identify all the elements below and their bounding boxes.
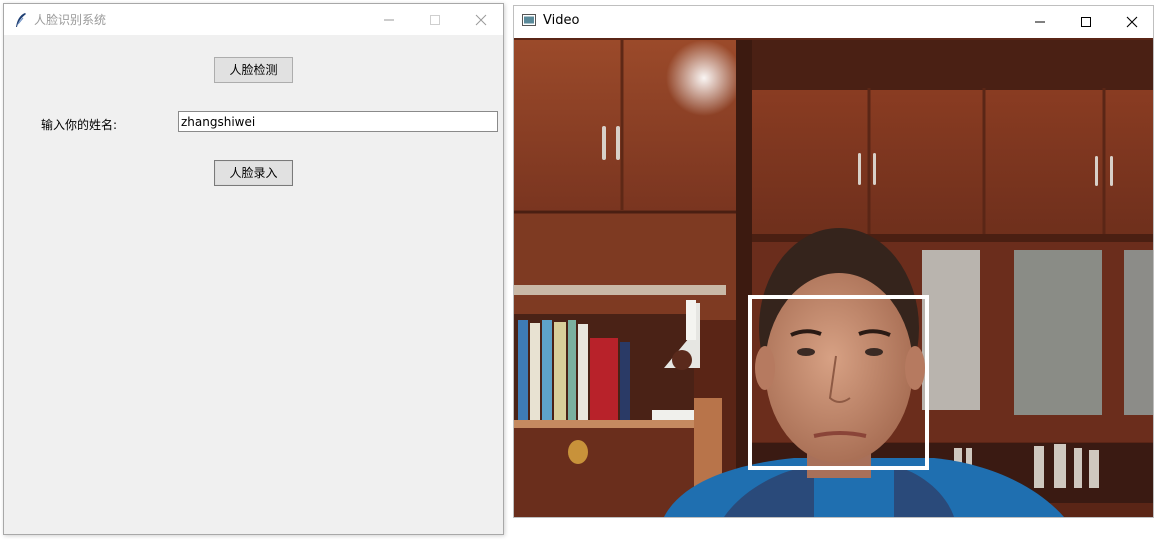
name-input[interactable]	[178, 111, 498, 132]
video-window-title: Video	[543, 13, 580, 28]
title-bar[interactable]: 人脸识别系统	[4, 4, 503, 35]
camera-image	[514, 38, 1153, 517]
video-title-bar[interactable]: Video	[514, 6, 1153, 37]
close-button[interactable]	[458, 4, 504, 35]
maximize-icon	[1081, 17, 1091, 27]
feather-icon	[16, 13, 26, 27]
close-icon	[1126, 16, 1138, 28]
window-app-icon	[522, 14, 536, 26]
maximize-button[interactable]	[412, 4, 458, 35]
video-frame	[514, 38, 1153, 517]
video-window: Video	[513, 5, 1154, 518]
close-icon	[475, 14, 487, 26]
minimize-button[interactable]	[366, 4, 412, 35]
video-maximize-button[interactable]	[1063, 6, 1109, 37]
minimize-icon	[384, 19, 394, 21]
window-title: 人脸识别系统	[34, 13, 107, 27]
video-close-button[interactable]	[1109, 6, 1155, 37]
face-enroll-button[interactable]: 人脸录入	[214, 160, 293, 186]
video-minimize-button[interactable]	[1017, 6, 1063, 37]
minimize-icon	[1035, 21, 1045, 23]
name-label: 输入你的姓名:	[41, 118, 118, 132]
face-recognition-window: 人脸识别系统 人脸检测 输入你的姓名: 人脸录入	[3, 3, 504, 535]
maximize-icon	[430, 15, 440, 25]
face-detect-button[interactable]: 人脸检测	[214, 57, 293, 83]
